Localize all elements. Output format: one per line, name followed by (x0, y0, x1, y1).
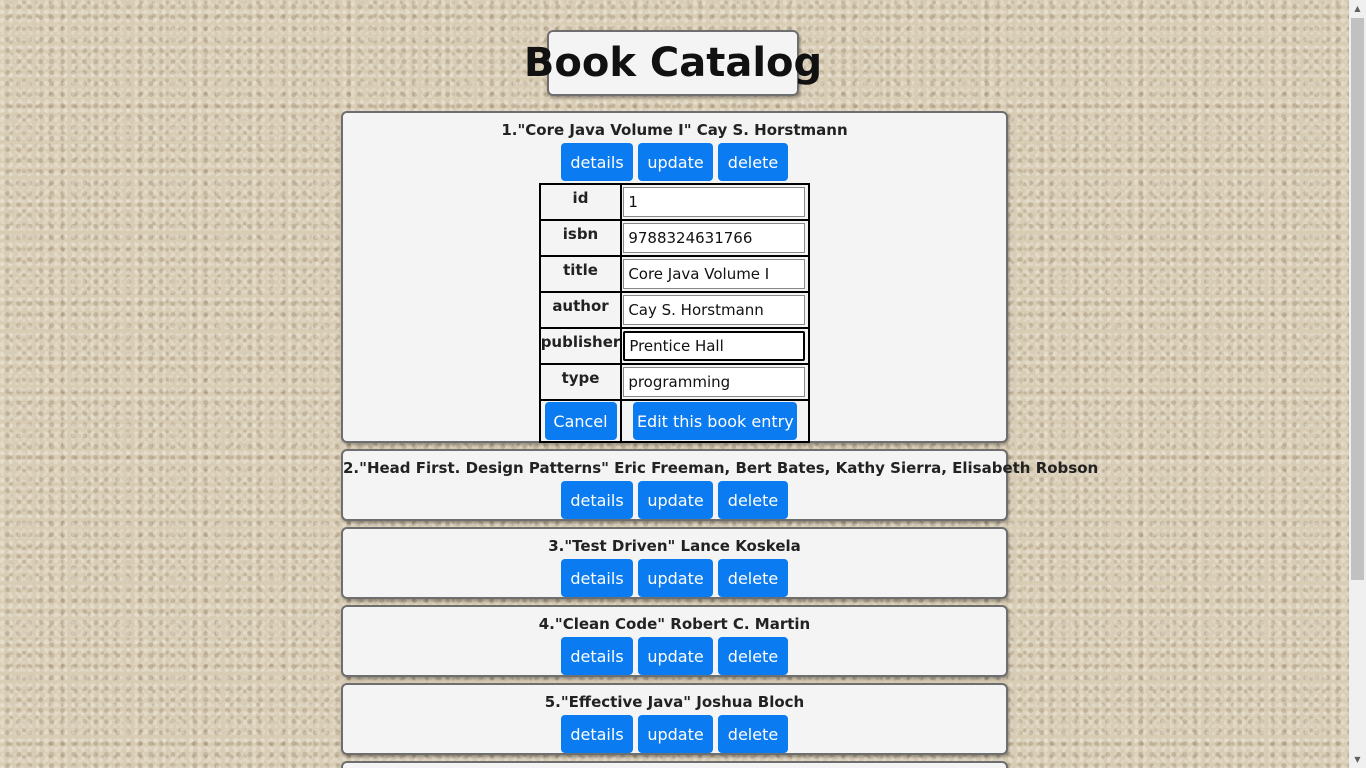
book-heading: 5."Effective Java" Joshua Bloch (544, 693, 805, 711)
book-actions: details update delete (343, 559, 1006, 597)
delete-button[interactable]: delete (718, 143, 788, 181)
scrollbar-thumb[interactable] (1351, 18, 1364, 580)
update-button[interactable]: update (638, 559, 713, 597)
form-row-publisher: publisher (538, 327, 811, 365)
details-button[interactable]: details (561, 637, 633, 675)
delete-button[interactable]: delete (718, 559, 788, 597)
scroll-down-arrow-icon[interactable]: ▼ (1349, 751, 1366, 768)
book-heading: 1."Core Java Volume I" Cay S. Horstmann (501, 121, 848, 139)
book-card-4: 4."Clean Code" Robert C. Martin details … (341, 605, 1008, 677)
book-heading: 2."Head First. Design Patterns" Eric Fre… (343, 459, 1099, 477)
book-card-1: 1."Core Java Volume I" Cay S. Horstmann … (341, 111, 1008, 443)
vertical-scrollbar[interactable]: ▲ ▼ (1349, 0, 1366, 768)
form-row-id: id (538, 183, 811, 221)
field-label-id: id (538, 183, 623, 221)
author-input[interactable] (623, 295, 806, 325)
form-row-title: title (538, 255, 811, 293)
update-button[interactable]: update (638, 143, 713, 181)
edit-cell: Edit this book entry (620, 399, 811, 443)
field-cell-id (620, 183, 811, 221)
form-row-actions: Cancel Edit this book entry (538, 399, 811, 443)
field-cell-title (620, 255, 811, 293)
book-actions: details update delete (343, 637, 1006, 675)
book-heading: 3."Test Driven" Lance Koskela (548, 537, 801, 555)
book-actions: details update delete (343, 715, 1006, 753)
isbn-input[interactable] (623, 223, 806, 253)
page: Book Catalog 1."Core Java Volume I" Cay … (0, 0, 1349, 768)
book-card-6-partial (341, 761, 1008, 768)
page-title-box: Book Catalog (524, 30, 822, 96)
title-input[interactable] (623, 259, 806, 289)
field-cell-type (620, 363, 811, 401)
field-label-isbn: isbn (538, 219, 623, 257)
update-button[interactable]: update (638, 715, 713, 753)
book-card-5: 5."Effective Java" Joshua Bloch details … (341, 683, 1008, 755)
form-row-isbn: isbn (538, 219, 811, 257)
delete-button[interactable]: delete (718, 637, 788, 675)
field-cell-isbn (620, 219, 811, 257)
update-button[interactable]: update (638, 637, 713, 675)
publisher-input[interactable] (623, 331, 806, 361)
field-label-author: author (538, 291, 623, 329)
field-cell-publisher (620, 327, 811, 365)
delete-button[interactable]: delete (718, 715, 788, 753)
id-input[interactable] (623, 187, 806, 217)
cancel-cell: Cancel (538, 399, 623, 443)
type-input[interactable] (623, 367, 806, 397)
page-title: Book Catalog (523, 40, 823, 86)
field-label-type: type (538, 363, 623, 401)
book-actions: details update delete (343, 143, 1006, 181)
details-button[interactable]: details (561, 715, 633, 753)
book-heading: 4."Clean Code" Robert C. Martin (538, 615, 811, 633)
edit-book-form: id isbn title author (538, 183, 811, 443)
book-card-2: 2."Head First. Design Patterns" Eric Fre… (341, 449, 1099, 521)
update-button[interactable]: update (638, 481, 713, 519)
form-row-type: type (538, 363, 811, 401)
details-button[interactable]: details (561, 481, 633, 519)
field-label-title: title (538, 255, 623, 293)
form-row-author: author (538, 291, 811, 329)
cancel-button[interactable]: Cancel (544, 402, 617, 440)
field-label-publisher: publisher (538, 327, 623, 365)
book-actions: details update delete (343, 481, 1006, 519)
edit-book-entry-button[interactable]: Edit this book entry (633, 402, 798, 440)
scroll-up-arrow-icon[interactable]: ▲ (1349, 0, 1366, 17)
book-card-3: 3."Test Driven" Lance Koskela details up… (341, 527, 1008, 599)
delete-button[interactable]: delete (718, 481, 788, 519)
field-cell-author (620, 291, 811, 329)
details-button[interactable]: details (561, 559, 633, 597)
details-button[interactable]: details (561, 143, 633, 181)
